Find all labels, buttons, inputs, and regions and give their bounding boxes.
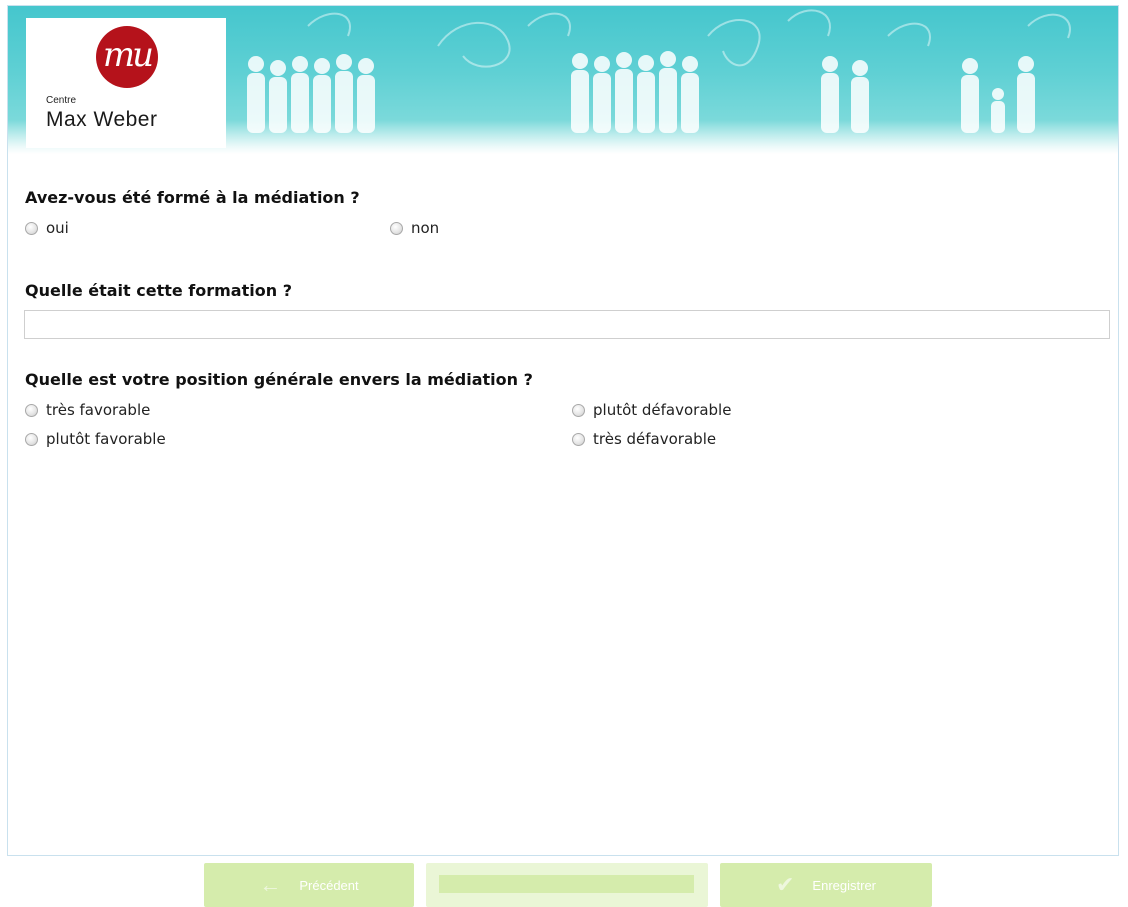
logo-mark: mu: [96, 26, 158, 88]
radio-option-tres-defavorable[interactable]: très défavorable: [572, 430, 716, 448]
save-button-label: Enregistrer: [812, 877, 876, 893]
radio-label: oui: [46, 219, 69, 237]
checkmark-icon: ✔: [775, 872, 795, 897]
logo-small-label: Centre: [46, 95, 77, 106]
question-title-formation: Quelle était cette formation ?: [25, 281, 292, 300]
arrow-left-icon: ←: [259, 872, 282, 897]
radio-label: plutôt défavorable: [593, 401, 732, 419]
radio-button[interactable]: [572, 403, 585, 417]
previous-button-label: Précédent: [299, 877, 359, 893]
radio-button[interactable]: [390, 221, 403, 235]
formation-text-field[interactable]: [24, 310, 1110, 339]
radio-option-oui[interactable]: oui: [25, 219, 69, 237]
radio-button[interactable]: [572, 432, 585, 446]
question-title-position: Quelle est votre position générale enver…: [25, 370, 533, 389]
radio-option-plutot-favorable[interactable]: plutôt favorable: [25, 430, 166, 448]
radio-button[interactable]: [25, 432, 38, 446]
question-title-trained: Avez-vous été formé à la médiation ?: [25, 188, 360, 207]
radio-label: non: [411, 219, 440, 237]
logo-name: Max Weber: [46, 108, 158, 131]
progress-track: [439, 875, 694, 893]
radio-button[interactable]: [25, 221, 38, 235]
save-button[interactable]: ✔ Enregistrer: [720, 863, 932, 907]
previous-button[interactable]: ← Précédent: [204, 863, 414, 907]
radio-option-non[interactable]: non: [390, 219, 439, 237]
radio-option-plutot-defavorable[interactable]: plutôt défavorable: [572, 401, 731, 419]
radio-label: plutôt favorable: [46, 430, 166, 448]
radio-option-tres-favorable[interactable]: très favorable: [25, 401, 150, 419]
radio-button[interactable]: [25, 403, 38, 417]
logo: mu Centre Max Weber: [26, 18, 226, 148]
radio-label: très favorable: [46, 401, 151, 419]
progress-bar: [426, 863, 708, 907]
footer-nav: ← Précédent ✔ Enregistrer: [7, 855, 1119, 907]
radio-label: très défavorable: [593, 430, 717, 448]
